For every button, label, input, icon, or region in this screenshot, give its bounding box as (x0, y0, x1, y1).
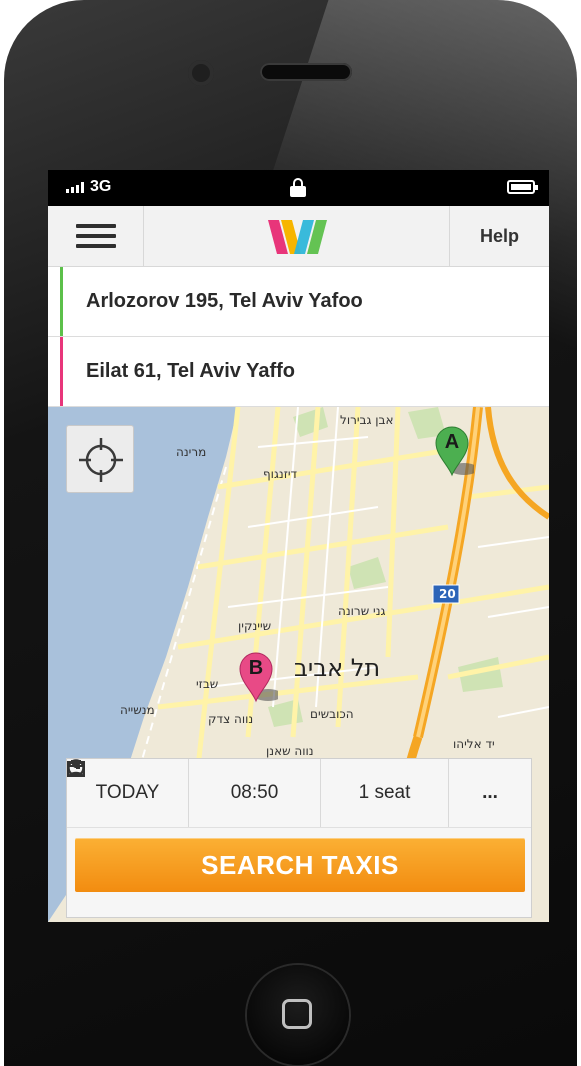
search-taxis-button[interactable]: SEARCH TAXIS (75, 838, 525, 892)
trip-options-panel: TODAY 08:50 1 seat ... SEARCH TAXIS (66, 758, 532, 918)
map-label-dizengoff: דיזנגוף (263, 467, 298, 481)
time-label: 08:50 (230, 782, 279, 803)
map-label-neve-shaanan: נווה שאנן (266, 744, 314, 758)
pickup-pin-label: A (444, 431, 460, 453)
camera-icon (188, 60, 214, 86)
time-selector[interactable]: 08:50 (67, 759, 321, 827)
destination-pin[interactable]: B (238, 651, 278, 703)
trip-options-row: TODAY 08:50 1 seat ... (67, 759, 531, 828)
status-bar: 3G (48, 170, 549, 206)
highway-20-label: 20 (439, 587, 456, 601)
seats-selector[interactable]: 1 seat (68, 759, 449, 827)
destination-address: Eilat 61, Tel Aviv Yaffo (86, 360, 295, 382)
destination-color-bar (60, 337, 63, 406)
home-button[interactable] (247, 965, 349, 1065)
locate-me-button[interactable] (66, 425, 134, 493)
map-label-ibn-gvirol: אבן גבירול (340, 413, 394, 427)
map-label-marina: מרינה (176, 445, 207, 459)
pickup-pin[interactable]: A (434, 425, 474, 477)
speaker-grill (260, 63, 352, 81)
app-logo (268, 220, 327, 254)
more-icon: ... (482, 782, 498, 803)
map-label-yad-eliyahu: יד אליהו (453, 737, 495, 751)
map-label-tel-aviv: תל אביב (294, 654, 381, 682)
phone-screen: 3G Help Arlozorov 195, Tel Aviv Yafoo Ei… (48, 170, 549, 922)
pickup-address-field[interactable]: Arlozorov 195, Tel Aviv Yafoo (48, 267, 549, 337)
help-button[interactable]: Help (449, 206, 549, 266)
crosshair-icon (79, 438, 123, 482)
battery-icon (507, 180, 538, 194)
network-type: 3G (90, 178, 112, 195)
seats-label: 1 seat (358, 782, 411, 803)
date-label: TODAY (95, 782, 160, 803)
phone-frame: 3G Help Arlozorov 195, Tel Aviv Yafoo Ei… (4, 0, 577, 1066)
home-square-icon (282, 999, 312, 1029)
menu-button[interactable] (48, 206, 144, 266)
map-label-shabazi: שבזי (196, 677, 219, 691)
destination-pin-label: B (248, 657, 264, 679)
map-label-neve-tzedek: נווה צדק (208, 712, 254, 726)
more-options-button[interactable]: ... (449, 759, 531, 827)
destination-address-field[interactable]: Eilat 61, Tel Aviv Yaffo (48, 337, 549, 407)
map-label-gani-sharona: גני שרונה (338, 604, 386, 618)
pickup-address: Arlozorov 195, Tel Aviv Yafoo (86, 290, 363, 312)
hamburger-icon (75, 224, 116, 228)
date-selector[interactable]: TODAY (67, 759, 189, 827)
app-header: Help (48, 206, 549, 267)
pickup-color-bar (60, 267, 63, 336)
signal-icon (66, 182, 84, 193)
map-view[interactable]: מרינה גני שרונה תל אביב שבזי מנשייה נווה… (48, 407, 549, 922)
map-label-hakovshim: הכובשים (310, 707, 354, 721)
lock-icon (290, 178, 306, 197)
map-label-shenkin: שיינקין (238, 619, 272, 633)
person-icon (68, 760, 84, 777)
map-label-manshiya: מנשייה (120, 703, 155, 717)
